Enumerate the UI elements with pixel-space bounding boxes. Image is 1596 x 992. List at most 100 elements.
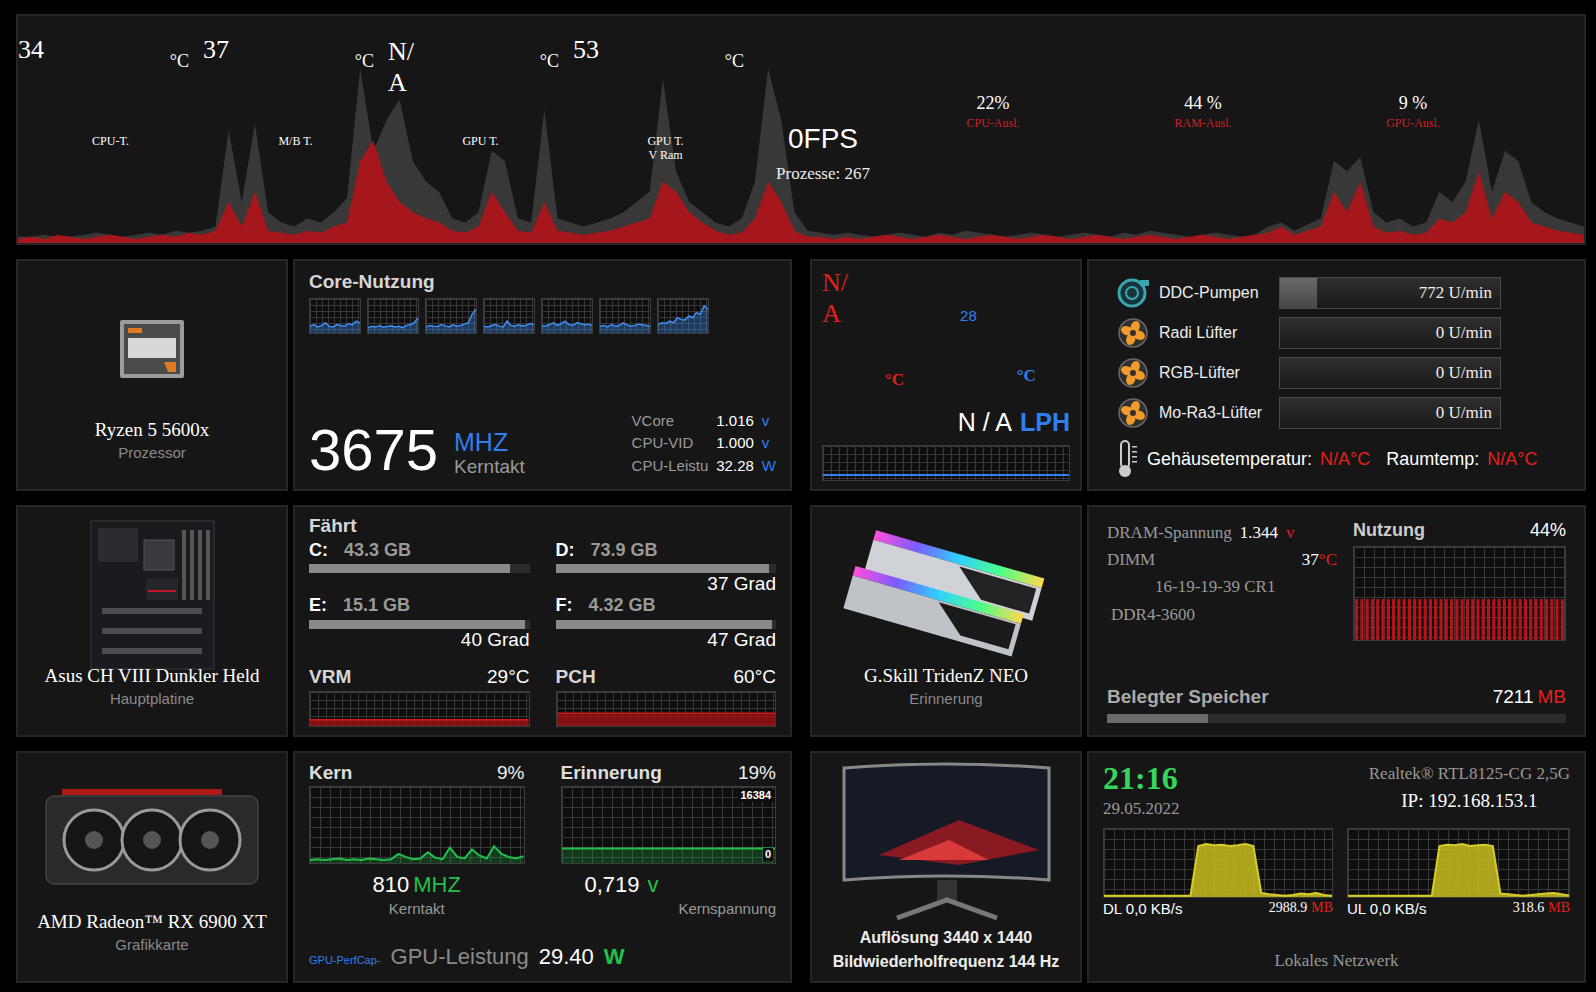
fan-panel: DDC-Pumpen772 U/minRadi Lüfter0 U/minRGB…: [1087, 259, 1586, 491]
usage-label: RAM-Ausl.: [1174, 114, 1231, 132]
graph-plot: [1104, 829, 1332, 897]
graph-plot: [484, 299, 534, 333]
traffic-charts: DL 0,0 KB/s2988.9MBUL 0,0 KB/s318.6MB: [1103, 828, 1570, 919]
fan-icon: [1115, 318, 1151, 348]
icon-part: [148, 590, 176, 592]
graph-line: [1104, 844, 1332, 896]
used-value: 7211: [1493, 685, 1534, 710]
sensor-label: PCH: [556, 666, 596, 689]
icon-part: [102, 608, 202, 614]
graph-bar: [1429, 599, 1432, 640]
drive-size: 73.9 GB: [591, 540, 658, 562]
icon-part: [85, 831, 103, 849]
gpu-panel: Kern9%Erinnerung19%163840810MHZKerntakt0…: [293, 751, 792, 983]
memory-card: G.Skill TridenZ NEOErinnerung: [810, 505, 1082, 737]
graph-bar: [1497, 599, 1500, 640]
fps-counter: 0FPS: [788, 124, 858, 155]
graph-bar: [1487, 599, 1490, 640]
icon-part: [1130, 330, 1136, 336]
dimm-temp: 37°C: [1302, 546, 1337, 573]
icon-part: [180, 810, 240, 870]
drive-item: F:4.32 GB47 Grad: [556, 595, 777, 651]
icon-part: [102, 648, 202, 654]
graph-bar: [1434, 599, 1437, 640]
temp-value: 37: [203, 36, 229, 65]
usage-meter: 44 %RAM-Ausl.: [1098, 16, 1308, 243]
graph-plot: [310, 299, 360, 333]
used-memory-head: Belegter Speicher7211MB: [1107, 685, 1566, 710]
sensor-value: 60°C: [734, 666, 776, 689]
panel-pair: Auflösung 3440 x 1440Bildwiederholfreque…: [810, 751, 1586, 983]
network-label: Lokales Netzwerk: [1103, 948, 1570, 974]
graph-plot: [542, 299, 592, 333]
memory-top: DRAM-Spannung1.344vDIMM37°C16-19-19-39 C…: [1107, 519, 1566, 641]
sensor-head: VRM29°C: [309, 666, 530, 689]
temp-sensor: 53°CGPU T.V Ram: [573, 16, 758, 243]
image-holder: [90, 531, 215, 659]
used-memory-fill: [1107, 714, 1208, 723]
board-sensors: VRM29°C PCH 60°C: [309, 666, 776, 727]
core-usage-graph: [599, 298, 651, 334]
graph-plot: [658, 299, 708, 333]
display-card: Auflösung 3440 x 1440Bildwiederholfreque…: [810, 751, 1082, 983]
memory-icon: [841, 530, 1051, 660]
device-type: Erinnerung: [909, 688, 982, 711]
process-count: Prozesse: 267: [776, 161, 870, 187]
refresh-rate: Bildwiederholfrequenz 144 Hz: [833, 950, 1060, 974]
temp-label: GPU T.: [388, 134, 573, 148]
drive-head: E:15.1 GB: [309, 595, 530, 617]
graphics-card-icon: [42, 786, 262, 896]
motherboard-icon: [90, 520, 215, 670]
graph-value: 9%: [497, 761, 524, 786]
coolant-value: 28: [960, 307, 977, 325]
icon-part: [1132, 461, 1137, 463]
graph-line: [484, 321, 534, 327]
room-temp-value: N/A°C: [1487, 446, 1537, 473]
usage-value: 44 %: [1184, 94, 1222, 114]
total-value: 2988.9: [1269, 898, 1308, 919]
core-usage-graph: [425, 298, 477, 334]
memory-speed: DDR4-3600: [1107, 601, 1337, 628]
ambient-temps: Gehäusetemperatur:N/A°CRaumtemp:N/A°C: [1115, 439, 1564, 479]
graph-bar: [1403, 599, 1406, 640]
room-temp-label: Raumtemp:: [1386, 446, 1479, 473]
drive-letter: F:: [556, 595, 573, 617]
graph-area: [1104, 844, 1332, 897]
icon-part: [1130, 410, 1136, 416]
network-panel: 21:1629.05.2022Realtek® RTL8125-CG 2,5GI…: [1087, 751, 1586, 983]
icon-part: [198, 530, 202, 600]
panel-pair: G.Skill TridenZ NEOErinnerungDRAM-Spannu…: [810, 505, 1586, 737]
power-label: GPU-Leistung: [391, 940, 529, 973]
gpu-graph-col: Erinnerung19%163840: [561, 761, 777, 864]
coolant-temp: N/A°C: [822, 267, 904, 404]
drive-letter: C:: [309, 540, 328, 562]
coolant-unit: °C: [885, 367, 904, 393]
icon-part: [1119, 399, 1147, 427]
usage-label: Nutzung: [1353, 519, 1425, 542]
voltage-unit: v: [1286, 519, 1295, 546]
graph-bar: [1418, 599, 1421, 640]
icon-part: [64, 810, 124, 870]
temp-unit: °C: [540, 48, 559, 75]
traffic-total: 318.6MB: [1513, 898, 1570, 919]
graph-area: [1348, 844, 1569, 897]
rpm-bar: 772 U/min: [1279, 277, 1501, 309]
graph-line: [557, 713, 776, 715]
chart-series: [18, 141, 1584, 244]
chart-area: [18, 69, 1584, 243]
flow-unit: LPH: [1020, 404, 1070, 442]
voltage-value: 1.344: [1240, 519, 1278, 546]
fan-name: Mo-Ra3-Lüfter: [1159, 401, 1271, 425]
fan-row: Mo-Ra3-Lüfter0 U/min: [1115, 393, 1564, 433]
dimm-value: 37: [1302, 546, 1319, 573]
graph-bar: [1482, 599, 1485, 640]
icon-part: [128, 328, 142, 333]
clock-unit: MHZ: [454, 429, 525, 457]
clock-value: 3675: [309, 421, 438, 479]
drive-usage-track: [556, 620, 777, 629]
usage-label: CPU-Ausl.: [966, 114, 1019, 132]
rpm-bar: 0 U/min: [1279, 357, 1501, 389]
graph-plot: [823, 446, 1069, 480]
graph-bar: [1492, 599, 1495, 640]
usage-value: 44%: [1530, 519, 1566, 542]
